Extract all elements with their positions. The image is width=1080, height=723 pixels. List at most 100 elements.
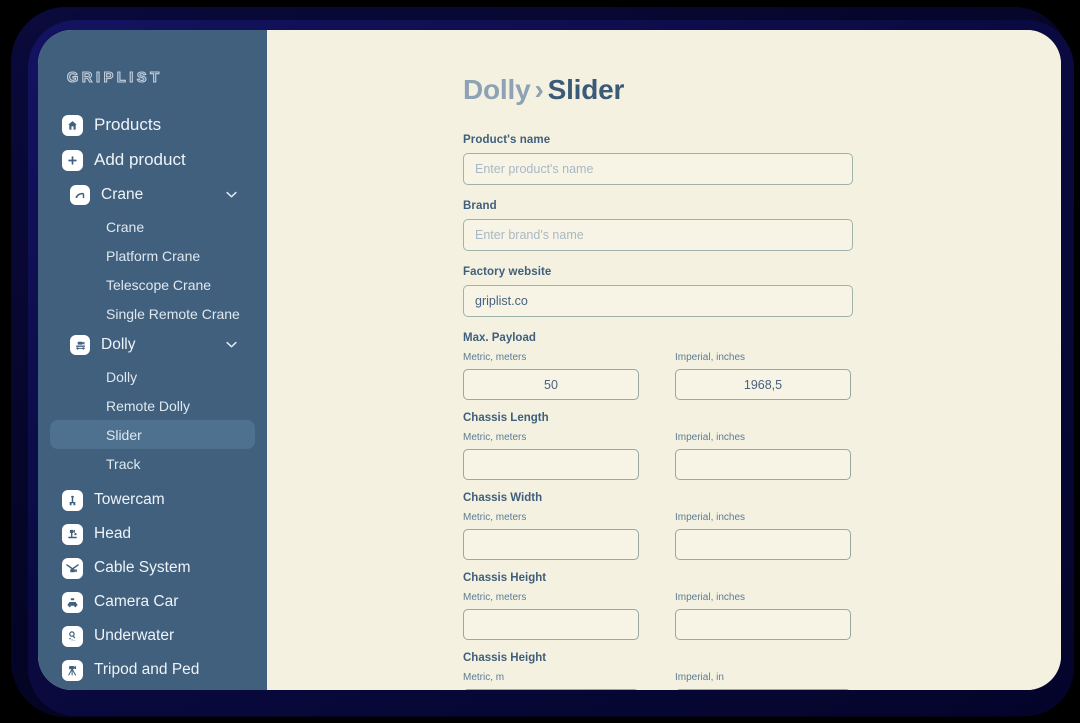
sidebar-item-underwater[interactable]: Underwater <box>50 619 255 653</box>
sidebar-item-label: Head <box>94 525 132 542</box>
breadcrumb-parent[interactable]: Dolly <box>463 74 531 105</box>
sidebar-item-camera-car[interactable]: Camera Car <box>50 585 255 619</box>
measurement-column-imperial: Imperial, inches <box>675 592 851 640</box>
measurement-column-metric: Metric, meters <box>463 432 639 480</box>
sidebar-item-dolly[interactable]: Dolly <box>50 362 255 391</box>
sidebar-item-label: Slider <box>106 426 142 443</box>
sidebar-item-label: Dolly <box>106 368 138 385</box>
measurement-row: Metric, meters Imperial, inches <box>463 352 853 400</box>
sidebar-nav: Products Add product Crane Crane Platfor… <box>38 108 267 690</box>
cable-system-icon <box>62 557 83 579</box>
app-logo: GRIPLIST <box>66 69 163 86</box>
content-area: Dolly›Slider Product's name Brand Factor… <box>267 30 1061 690</box>
imperial-input[interactable] <box>675 529 851 560</box>
sidebar-item-rig[interactable]: Rig <box>50 687 255 690</box>
measurement-column-imperial: Imperial, in <box>675 672 851 690</box>
sidebar-item-single-remote-crane[interactable]: Single Remote Crane <box>50 299 255 328</box>
page-title: Dolly › Slider <box>463 74 1061 106</box>
sidebar-item-label: Platform Crane <box>106 247 201 264</box>
metric-input[interactable] <box>463 529 639 560</box>
field-label: Factory website <box>463 266 552 278</box>
sidebar-item-label: Crane <box>106 218 145 235</box>
metric-input[interactable] <box>463 689 639 690</box>
field-label: Product's name <box>463 134 551 146</box>
unit-label: Metric, m <box>463 672 505 683</box>
towercam-icon <box>62 489 83 511</box>
measurement-column-metric: Metric, meters <box>463 592 639 640</box>
sidebar-item-telescope-crane[interactable]: Telescope Crane <box>50 270 255 299</box>
unit-label: Metric, meters <box>463 432 527 443</box>
sidebar-item-label: Add product <box>94 150 186 169</box>
sidebar-item-head[interactable]: Head <box>50 517 255 551</box>
sidebar-item-track[interactable]: Track <box>50 449 255 478</box>
product-name-input[interactable] <box>463 153 853 185</box>
unit-label: Imperial, inches <box>675 512 746 523</box>
imperial-input[interactable] <box>675 609 851 640</box>
field-brand: Brand <box>463 200 853 251</box>
brand-input[interactable] <box>463 219 853 251</box>
sidebar-item-label: Tripod and Ped <box>94 661 200 678</box>
field-label: Brand <box>463 200 497 212</box>
measurement-group-title: Chassis Height <box>463 652 547 664</box>
underwater-icon <box>62 625 83 647</box>
unit-label: Metric, meters <box>463 352 527 363</box>
imperial-input[interactable] <box>675 689 851 690</box>
product-form: Product's name Brand Factory website Max… <box>463 134 853 690</box>
sidebar-item-label: Products <box>94 115 162 134</box>
unit-label: Imperial, inches <box>675 592 746 603</box>
sidebar-item-tripod-and-ped[interactable]: Tripod and Ped <box>50 653 255 687</box>
sidebar-item-crane[interactable]: Crane <box>50 212 255 241</box>
sidebar-item-label: Single Remote Crane <box>106 305 240 322</box>
measurement-group: Chassis Width Metric, meters Imperial, inc… <box>463 492 853 560</box>
chevron-down-icon[interactable] <box>226 341 237 348</box>
unit-label: Imperial, inches <box>675 352 746 363</box>
sidebar-item-products[interactable]: Products <box>50 108 255 142</box>
sidebar-group-crane[interactable]: Crane <box>50 178 255 212</box>
sidebar-item-cable-system[interactable]: Cable System <box>50 551 255 585</box>
sidebar-item-towercam[interactable]: Towercam <box>50 483 255 517</box>
app-window: GRIPLIST Products Add product Crane Cran… <box>38 30 1061 690</box>
tripod-icon <box>62 659 83 681</box>
measurement-column-metric: Metric, meters <box>463 352 639 400</box>
measurement-group: Chassis Length Metric, meters Imperial, in… <box>463 412 853 480</box>
sidebar-group-label: Dolly <box>101 336 136 353</box>
sidebar-item-label: Track <box>106 455 141 472</box>
chevron-down-icon[interactable] <box>226 191 237 198</box>
unit-label: Imperial, inches <box>675 432 746 443</box>
field-product-name: Product's name <box>463 134 853 185</box>
sidebar-item-label: Towercam <box>94 491 165 508</box>
metric-input[interactable] <box>463 609 639 640</box>
sidebar-item-label: Underwater <box>94 627 175 644</box>
unit-label: Imperial, in <box>675 672 724 683</box>
dolly-icon <box>70 335 90 355</box>
sidebar-item-add-product[interactable]: Add product <box>50 143 255 177</box>
measurement-groups: Max. Payload Metric, meters Imperial, inch… <box>463 332 853 690</box>
imperial-input[interactable] <box>675 369 851 400</box>
field-factory-website: Factory website <box>463 266 853 317</box>
metric-input[interactable] <box>463 369 639 400</box>
sidebar-item-label: Remote Dolly <box>106 397 191 414</box>
measurement-column-metric: Metric, meters <box>463 512 639 560</box>
home-icon <box>62 114 83 136</box>
factory-website-input[interactable] <box>463 285 853 317</box>
measurement-row: Metric, meters Imperial, inches <box>463 432 853 480</box>
sidebar-item-platform-crane[interactable]: Platform Crane <box>50 241 255 270</box>
measurement-group: Max. Payload Metric, meters Imperial, inch… <box>463 332 853 400</box>
imperial-input[interactable] <box>675 449 851 480</box>
measurement-group: Chassis Height Metric, m Imperial, in <box>463 652 853 690</box>
breadcrumb-current: Slider <box>547 74 625 105</box>
sidebar-item-label: Camera Car <box>94 593 179 610</box>
sidebar-group-dolly[interactable]: Dolly <box>50 328 255 362</box>
measurement-group-title: Chassis Width <box>463 492 543 504</box>
measurement-column-imperial: Imperial, inches <box>675 352 851 400</box>
metric-input[interactable] <box>463 449 639 480</box>
sidebar-item-remote-dolly[interactable]: Remote Dolly <box>50 391 255 420</box>
sidebar: GRIPLIST Products Add product Crane Cran… <box>38 30 267 690</box>
measurement-group-title: Max. Payload <box>463 332 536 344</box>
measurement-group-title: Chassis Length <box>463 412 549 424</box>
head-icon <box>62 523 83 545</box>
sidebar-item-slider[interactable]: Slider <box>50 420 255 449</box>
crane-icon <box>70 185 90 205</box>
camera-car-icon <box>62 591 83 613</box>
measurement-group: Chassis Height Metric, meters Imperial, in… <box>463 572 853 640</box>
